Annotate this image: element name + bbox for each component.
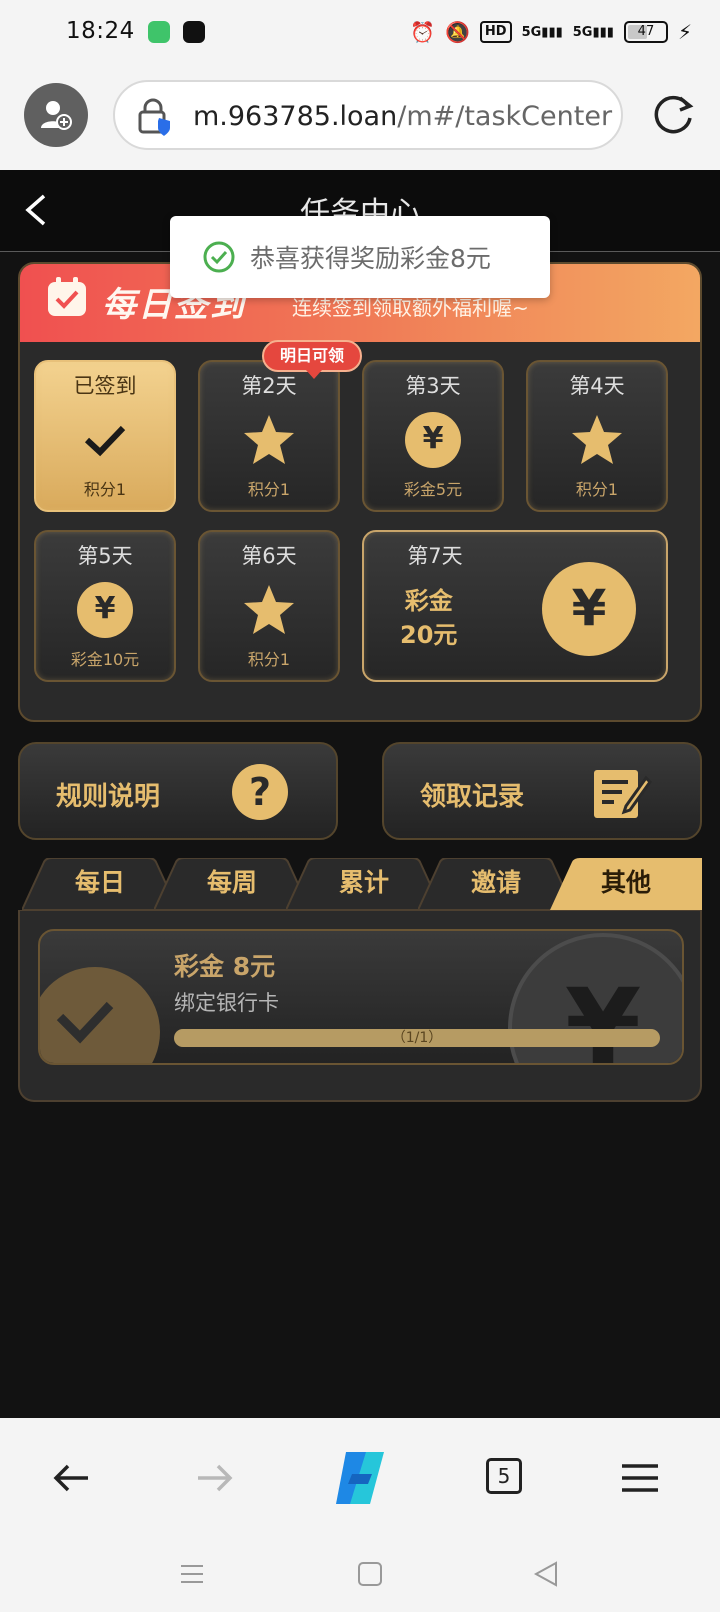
url-bar[interactable]: m.963785.loan/m#/taskCenter: [113, 80, 623, 150]
battery-icon: 47: [623, 21, 668, 43]
menu-icon[interactable]: [616, 1454, 664, 1502]
task-list-panel: ¥ 彩金 8元 绑定银行卡 （1/1）: [18, 910, 702, 1102]
task-progress-text: （1/1）: [391, 1030, 443, 1046]
status-time: 18:24: [66, 18, 135, 44]
day-reward: 积分1: [247, 650, 291, 669]
profile-avatar-button[interactable]: [24, 83, 88, 147]
forward-arrow-icon[interactable]: [190, 1454, 238, 1502]
mute-bell-icon: 🔕: [445, 20, 470, 44]
tomorrow-available-badge: 明日可领: [262, 340, 362, 379]
charging-icon: ⚡: [677, 20, 692, 44]
tab-label: 每周: [206, 868, 257, 897]
task-description: 绑定银行卡: [174, 991, 279, 1015]
messages-app-icon: [148, 21, 170, 43]
system-back-triangle-icon[interactable]: [532, 1560, 560, 1588]
tab-label: 累计: [338, 868, 389, 897]
day7-reward-line1: 彩金: [404, 587, 453, 615]
completed-check-icon: [40, 967, 160, 1063]
recent-apps-icon[interactable]: [178, 1560, 206, 1588]
battery-percent: 47: [637, 24, 655, 39]
star-icon: [572, 415, 622, 464]
tab-switcher-button[interactable]: 5: [486, 1458, 522, 1494]
task-reward: 彩金 8元: [174, 952, 276, 981]
day-card-1[interactable]: 已签到 积分1: [34, 360, 176, 512]
day-card-5[interactable]: 第5天 ¥ 彩金10元: [34, 530, 176, 682]
reload-icon[interactable]: [650, 92, 696, 138]
day-card-7[interactable]: 第7天 彩金 20元 ¥: [362, 530, 668, 682]
task-tabs: 每日 每周 累计 邀请 其他: [18, 858, 702, 910]
calendar-check-icon: [48, 277, 86, 316]
day7-reward: 彩金 20元: [400, 584, 457, 652]
add-user-icon: [41, 101, 72, 130]
task-progress-bar: （1/1）: [174, 1029, 660, 1047]
day-label: 第3天: [405, 374, 461, 398]
edit-note-icon: [594, 770, 652, 818]
rules-button[interactable]: 规则说明 ?: [18, 742, 338, 840]
success-toast: 恭喜获得奖励彩金8元: [170, 216, 550, 298]
claim-records-button[interactable]: 领取记录: [382, 742, 702, 840]
day-card-3[interactable]: 第3天 ¥ 彩金5元: [362, 360, 504, 512]
tab-label: 每日: [74, 868, 125, 897]
check-mark: [56, 1001, 114, 1044]
tab-label: 邀请: [470, 868, 521, 897]
star-icon: [244, 585, 294, 634]
day-label: 第7天: [407, 544, 463, 568]
tab-other[interactable]: 其他: [550, 858, 702, 910]
hd-voice-icon: HD: [479, 21, 512, 43]
success-check-icon: [203, 241, 235, 273]
news-app-icon: [183, 21, 205, 43]
star-icon: [244, 415, 294, 464]
yen-coin-icon: ¥: [405, 412, 461, 468]
question-icon: ?: [232, 764, 288, 820]
signal-5g-icon: 5G▮▮▮: [521, 24, 563, 40]
day7-reward-line2: 20元: [400, 621, 458, 649]
browser-address-row: m.963785.loan/m#/taskCenter: [0, 66, 720, 170]
task-card[interactable]: ¥ 彩金 8元 绑定银行卡 （1/1）: [38, 929, 684, 1065]
status-icons: ⏰ 🔕 HD 5G▮▮▮ 5G▮▮▮ 47 ⚡: [410, 20, 692, 44]
signal-5g-secondary-icon: 5G▮▮▮: [572, 24, 614, 40]
day-card-6[interactable]: 第6天 积分1: [198, 530, 340, 682]
day-reward: 彩金5元: [403, 480, 463, 499]
alarm-icon: ⏰: [410, 20, 435, 44]
check-icon: [84, 425, 126, 457]
day-reward: 积分1: [575, 480, 619, 499]
day-reward: 彩金10元: [70, 650, 140, 669]
daily-checkin-panel: 每日签到 连续签到领取额外福利喔~ 已签到 积分1 第2天 积分1 第3天 ¥ …: [18, 262, 702, 722]
yen-coin-icon: ¥: [77, 582, 133, 638]
day-reward: 积分1: [83, 480, 127, 499]
records-label: 领取记录: [420, 782, 525, 812]
system-navigation-bar: [0, 1536, 720, 1612]
day-card-4[interactable]: 第4天 积分1: [526, 360, 668, 512]
home-square-icon[interactable]: [356, 1560, 384, 1588]
rules-label: 规则说明: [56, 782, 161, 812]
yen-coin-icon: ¥: [542, 562, 636, 656]
day-reward: 积分1: [247, 480, 291, 499]
back-arrow-icon[interactable]: [48, 1454, 96, 1502]
secure-lock-icon: [138, 98, 170, 136]
day-label: 第6天: [241, 544, 297, 568]
day-label: 第5天: [77, 544, 133, 568]
copilot-icon[interactable]: [328, 1446, 392, 1510]
day-label: 第4天: [569, 374, 625, 398]
url-text: m.963785.loan/m#/taskCenter: [193, 101, 613, 132]
status-bar: 18:24 ⏰ 🔕 HD 5G▮▮▮ 5G▮▮▮ 47 ⚡: [0, 0, 720, 66]
day-card-2[interactable]: 第2天 积分1: [198, 360, 340, 512]
tab-label: 其他: [600, 868, 651, 897]
day-label: 已签到: [73, 374, 137, 398]
toast-message: 恭喜获得奖励彩金8元: [250, 244, 491, 273]
browser-toolbar: 5: [0, 1418, 720, 1536]
